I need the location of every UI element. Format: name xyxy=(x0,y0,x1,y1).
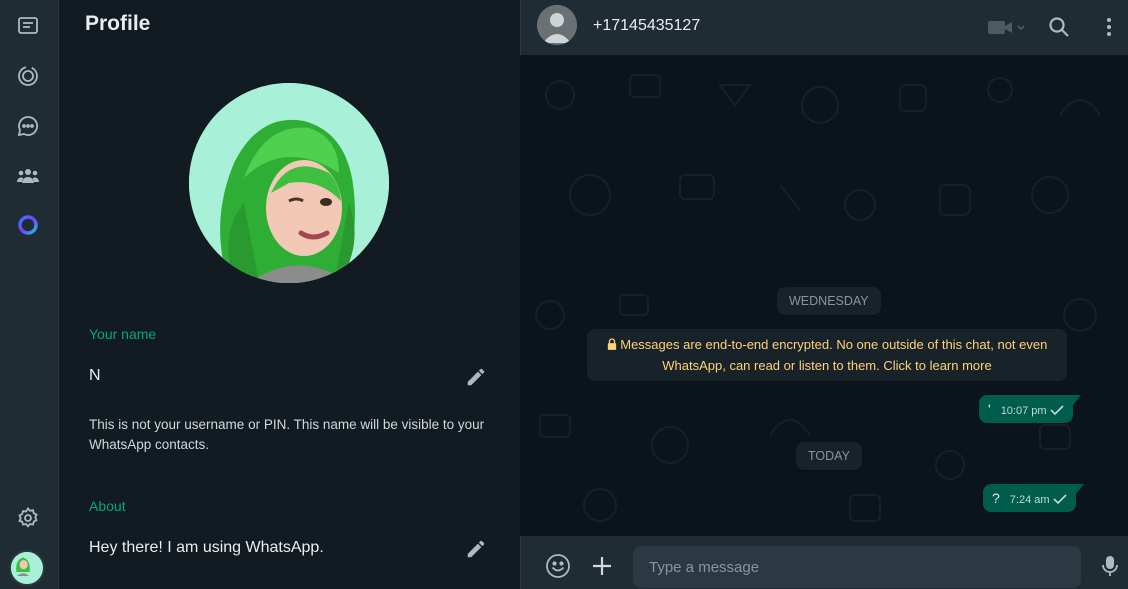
search-icon[interactable] xyxy=(1047,15,1071,39)
about-label: About xyxy=(89,498,126,514)
pencil-icon[interactable] xyxy=(465,366,487,388)
name-value: N xyxy=(89,367,101,384)
profile-panel: Profile Your name N This is not your use… xyxy=(60,0,519,589)
message-input[interactable] xyxy=(633,546,1081,588)
mic-icon[interactable] xyxy=(1097,553,1123,579)
message-bubble[interactable]: ? 7:24 am xyxy=(983,484,1084,512)
date-divider: TODAY xyxy=(796,442,862,470)
status-icon[interactable] xyxy=(14,62,42,90)
date-divider: WEDNESDAY xyxy=(777,287,881,315)
contact-name[interactable]: +17145435127 xyxy=(593,17,700,35)
encryption-notice[interactable]: Messages are end-to-end encrypted. No on… xyxy=(587,329,1067,381)
name-label: Your name xyxy=(89,326,157,342)
avatar[interactable] xyxy=(9,550,45,586)
encryption-text: Messages are end-to-end encrypted. No on… xyxy=(620,337,1048,373)
channels-icon[interactable] xyxy=(14,112,42,140)
nav-rail xyxy=(0,0,59,589)
message-text: ' xyxy=(988,401,991,417)
message-time: 10:07 pm xyxy=(1000,405,1047,417)
menu-icon[interactable] xyxy=(1097,15,1121,39)
name-hint: This is not your username or PIN. This n… xyxy=(89,417,485,452)
pencil-icon[interactable] xyxy=(465,538,487,560)
communities-icon[interactable] xyxy=(14,162,42,190)
check-icon xyxy=(1049,405,1064,416)
message-time: 7:24 am xyxy=(1009,494,1050,506)
video-call-icon[interactable] xyxy=(987,15,1027,39)
attach-icon[interactable] xyxy=(589,553,615,579)
settings-icon[interactable] xyxy=(14,504,42,532)
emoji-icon[interactable] xyxy=(545,553,571,579)
chat-body[interactable]: WEDNESDAY Messages are end-to-end encryp… xyxy=(520,55,1128,536)
about-value: Hey there! I am using WhatsApp. xyxy=(89,539,324,556)
compose-bar xyxy=(520,536,1128,589)
message-text: ? xyxy=(992,490,1000,506)
message-bubble[interactable]: ' 10:07 pm xyxy=(979,395,1081,423)
chat-header[interactable]: +17145435127 xyxy=(520,0,1128,55)
page-title: Profile xyxy=(85,12,151,35)
chats-icon[interactable] xyxy=(14,12,42,40)
meta-ai-icon[interactable] xyxy=(14,211,42,239)
lock-icon xyxy=(607,338,616,350)
contact-avatar[interactable] xyxy=(537,5,577,45)
check-icon xyxy=(1052,494,1067,505)
profile-avatar[interactable] xyxy=(189,83,389,283)
